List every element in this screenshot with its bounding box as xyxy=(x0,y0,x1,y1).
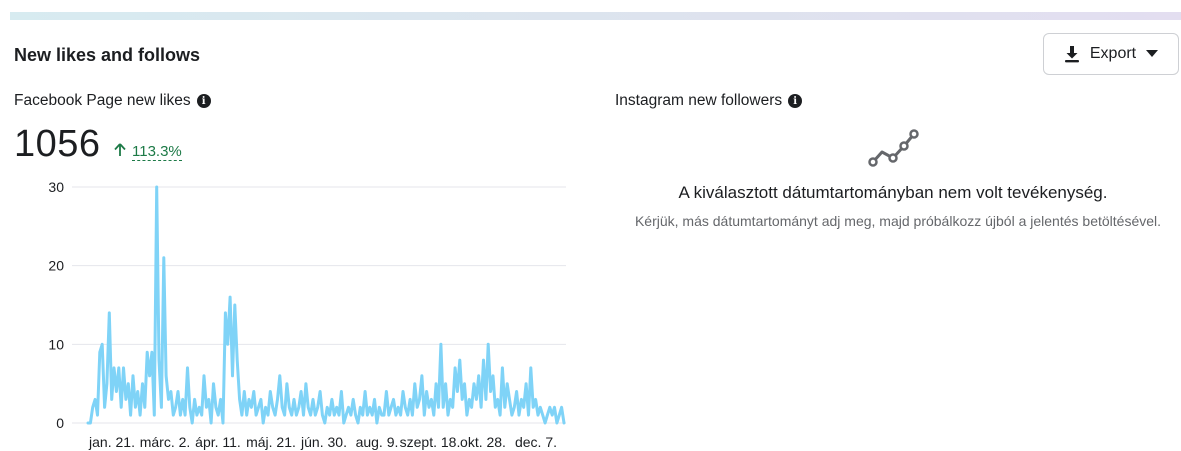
facebook-likes-line-chart: 0 10 20 30 jan. 21. márc. 2. ápr. 11. máj. 21. j… xyxy=(48,179,566,450)
y-tick-label: 30 xyxy=(48,179,64,195)
info-icon[interactable]: i xyxy=(196,94,211,108)
empty-state-description: Kérjük, más dátumtartományt adj meg, maj… xyxy=(634,213,1162,229)
empty-state-title: A kiválasztott dátumtartományban nem vol… xyxy=(678,183,1108,202)
facebook-likes-total: 1056 xyxy=(14,123,101,165)
caret-down-icon xyxy=(1146,50,1159,58)
section-title: New likes and follows xyxy=(14,45,201,65)
facebook-likes-label-text: Facebook Page new likes xyxy=(14,92,191,109)
y-tick-label: 0 xyxy=(56,415,64,431)
info-icon[interactable]: i xyxy=(788,94,803,108)
instagram-followers-label: Instagram new followers i xyxy=(615,92,803,110)
delta-value[interactable]: 113.3% xyxy=(132,143,182,161)
export-button[interactable]: Export xyxy=(1043,33,1179,75)
x-tick-label: jan. 21. xyxy=(88,434,135,450)
x-tick-label: ápr. 11. xyxy=(195,434,241,450)
empty-trend-icon xyxy=(866,124,926,175)
x-tick-label: jún. 30. xyxy=(300,434,347,450)
y-tick-label: 20 xyxy=(48,258,64,274)
top-accent-strip xyxy=(10,12,1181,20)
download-icon xyxy=(1064,45,1080,63)
series-line[interactable] xyxy=(86,185,566,425)
x-tick-label: máj. 21. xyxy=(246,434,296,450)
x-tick-label: okt. 28. xyxy=(460,434,506,450)
export-label: Export xyxy=(1089,45,1137,62)
facebook-likes-label: Facebook Page new likes i xyxy=(14,92,211,110)
y-tick-label: 10 xyxy=(48,336,64,352)
x-tick-label: szept. 18. xyxy=(400,434,461,450)
instagram-followers-label-text: Instagram new followers xyxy=(615,92,783,109)
x-tick-label: aug. 9. xyxy=(356,434,399,450)
x-tick-label: dec. 7. xyxy=(515,434,557,450)
x-tick-label: márc. 2. xyxy=(140,434,191,450)
facebook-likes-delta: 113.3% xyxy=(114,143,182,161)
arrow-up-icon xyxy=(114,143,126,161)
